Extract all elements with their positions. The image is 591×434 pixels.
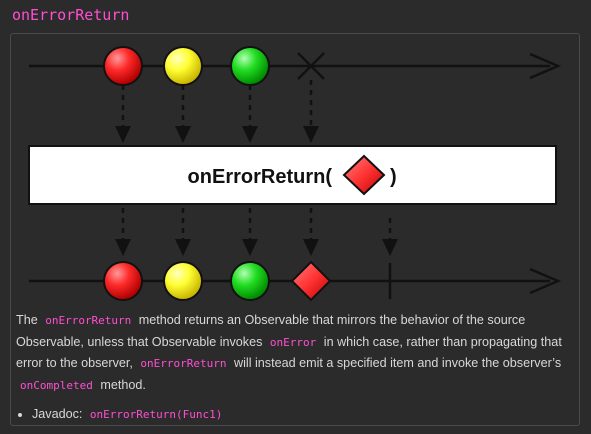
drop-arrows-bottom bbox=[115, 239, 398, 256]
yellow-marble-icon bbox=[163, 261, 203, 301]
red-marble-icon bbox=[103, 261, 143, 301]
description-paragraph: The onErrorReturn method returns an Obse… bbox=[16, 313, 562, 392]
operator-label: onErrorReturn( bbox=[188, 166, 333, 188]
green-marble-icon bbox=[230, 46, 270, 86]
code-onCompleted: onCompleted bbox=[20, 378, 93, 392]
code-onError: onError bbox=[269, 335, 317, 349]
marble-diagram: onErrorReturn( ) bbox=[28, 46, 562, 302]
drop-arrows-top bbox=[115, 126, 319, 143]
javadoc-label: Javadoc: bbox=[32, 407, 86, 421]
green-marble-icon bbox=[230, 261, 270, 301]
red-marble-icon bbox=[103, 46, 143, 86]
page-title: onErrorReturn bbox=[12, 6, 130, 24]
list-item: Javadoc: onErrorReturn(Func1) bbox=[32, 404, 576, 425]
link-list: Javadoc: onErrorReturn(Func1) bbox=[16, 404, 576, 425]
diamond-item-icon bbox=[290, 260, 332, 302]
yellow-marble-icon bbox=[163, 46, 203, 86]
code-onErrorReturn: onErrorReturn bbox=[140, 357, 227, 370]
drop-lines-top bbox=[121, 80, 313, 128]
javadoc-link[interactable]: onErrorReturn(Func1) bbox=[86, 408, 226, 421]
drop-lines-bottom bbox=[121, 208, 392, 243]
operator-close: ) bbox=[390, 166, 397, 188]
code-onErrorReturn: onErrorReturn bbox=[45, 314, 132, 327]
description: The onErrorReturn method returns an Obse… bbox=[16, 310, 576, 425]
